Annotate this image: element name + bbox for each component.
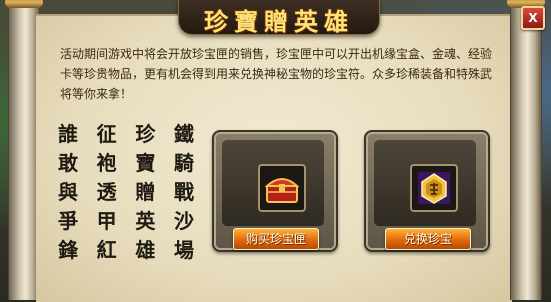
item-slot[interactable] — [258, 164, 306, 212]
poem-char: 紅 — [96, 238, 117, 262]
poem-column: 征 袍 透 甲 紅 — [95, 120, 119, 270]
card-frame — [374, 140, 476, 226]
poem-char: 贈 — [135, 180, 156, 204]
poem-char: 戰 — [173, 180, 194, 204]
poem-char: 英 — [135, 209, 156, 233]
close-button[interactable]: X — [521, 6, 545, 30]
scroll-rod-right — [507, 0, 545, 300]
poem-char: 袍 — [96, 151, 117, 175]
poem-char: 征 — [96, 122, 117, 146]
poem-char: 透 — [96, 180, 117, 204]
poem-char: 寶 — [135, 151, 156, 175]
poem-char: 鋒 — [58, 238, 78, 262]
poem-char: 甲 — [96, 209, 117, 233]
poem-char: 鐵 — [173, 122, 194, 146]
poem-char: 騎 — [173, 151, 194, 175]
item-slot[interactable] — [410, 164, 458, 212]
vertical-poem: 鐵 騎 戰 沙 場 珍 寶 贈 英 雄 征 袍 透 甲 紅 誰 敢 與 爭 鋒 — [56, 120, 196, 270]
dialog-title: 珍寶贈英雄 — [204, 7, 354, 36]
buy-treasure-box-button[interactable]: 购买珍宝匣 — [233, 228, 319, 250]
poem-column: 誰 敢 與 爭 鋒 — [56, 120, 80, 270]
poem-char: 敢 — [58, 151, 78, 175]
poem-column: 珍 寶 贈 英 雄 — [133, 120, 157, 270]
title-banner: 珍寶贈英雄 — [178, 0, 380, 36]
exchange-treasure-button[interactable]: 兑换珍宝 — [385, 228, 471, 250]
card-frame — [222, 140, 324, 226]
poem-char: 誰 — [58, 122, 78, 146]
poem-char: 與 — [58, 180, 78, 204]
poem-char: 珍 — [135, 122, 156, 146]
poem-char: 場 — [173, 238, 194, 262]
poem-char: 雄 — [135, 238, 156, 262]
poem-column: 鐵 騎 戰 沙 場 — [172, 120, 196, 270]
poem-char: 沙 — [173, 209, 194, 233]
poem-char: 爭 — [58, 209, 78, 233]
treasure-chest-icon — [264, 178, 300, 203]
buy-treasure-card: 购买珍宝匣 — [212, 130, 338, 252]
treasure-token-icon — [418, 172, 450, 204]
event-description: 活动期间游戏中将会开放珍宝匣的销售，珍宝匣中可以开出机缘宝盒、金魂、经验卡等珍贵… — [60, 47, 493, 101]
exchange-treasure-card: 兑换珍宝 — [364, 130, 490, 252]
